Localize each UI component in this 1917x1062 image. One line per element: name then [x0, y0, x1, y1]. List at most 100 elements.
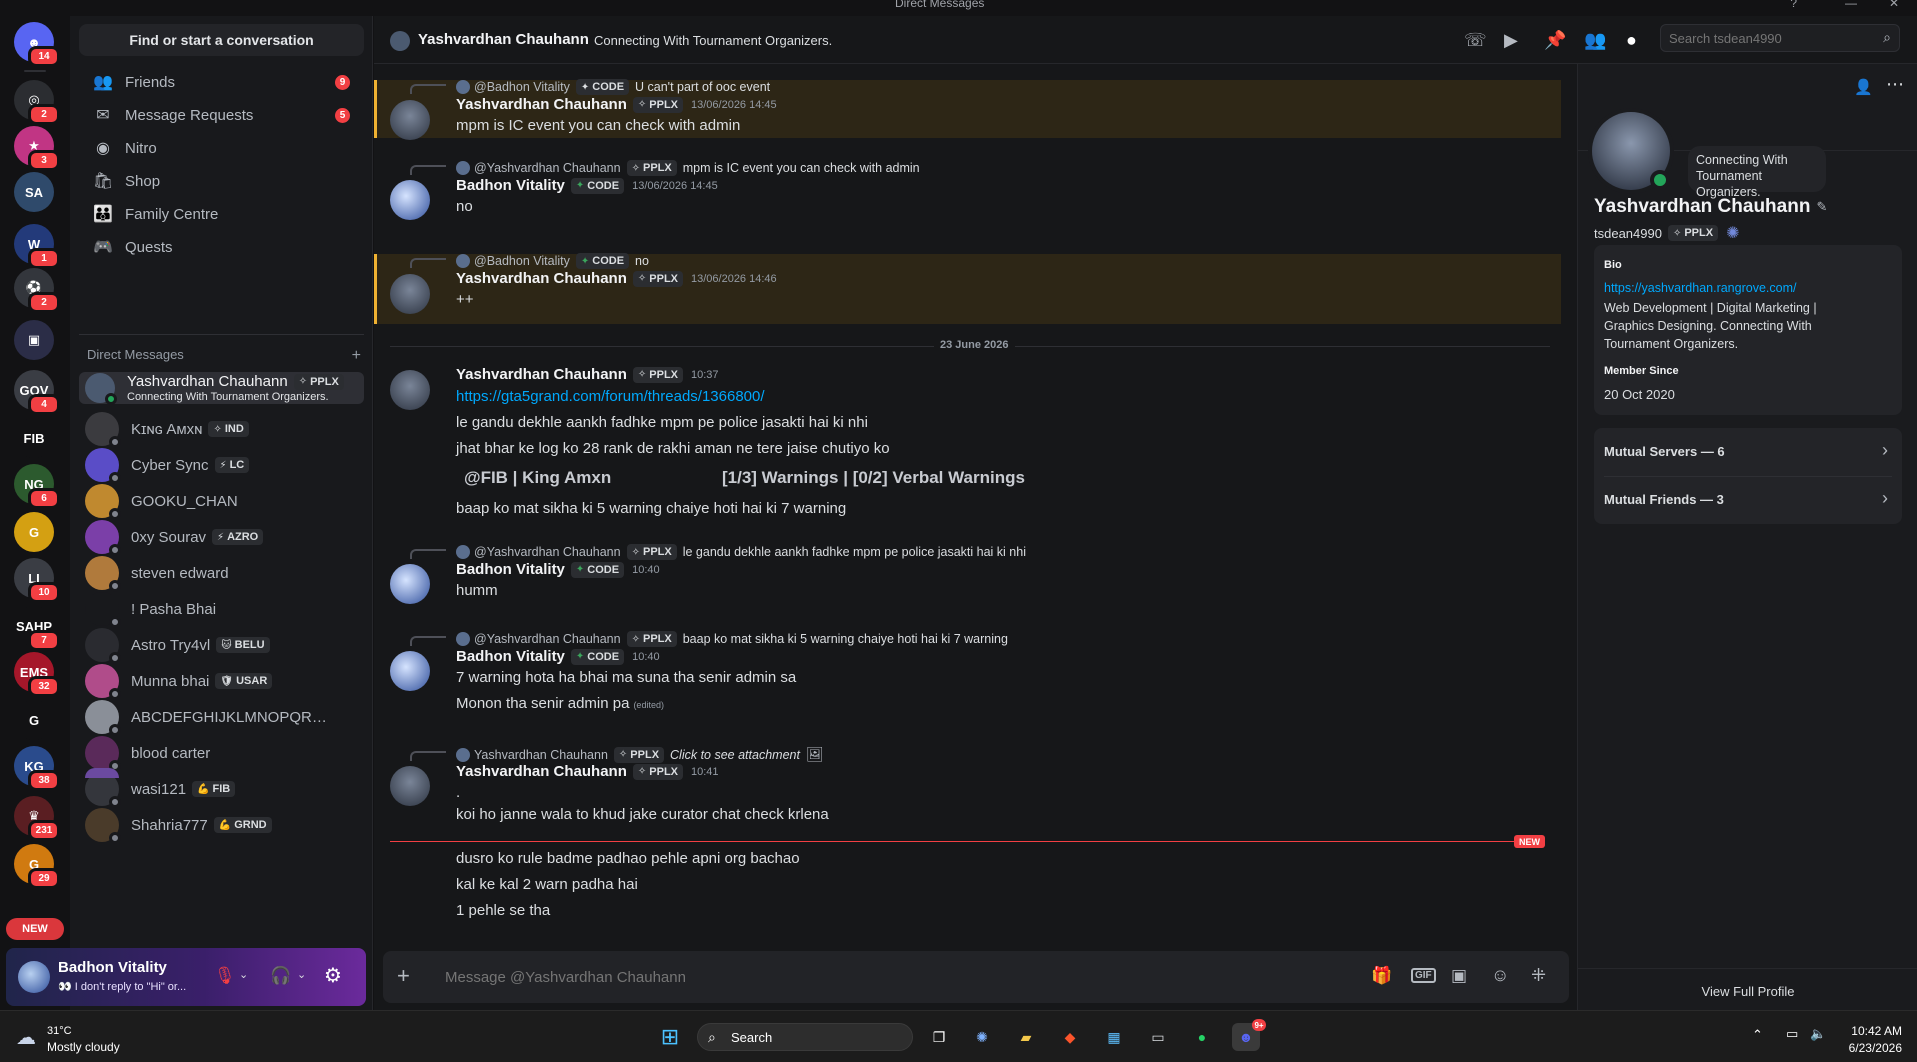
user-avatar[interactable] — [18, 961, 50, 993]
server-icon-server-231[interactable]: ♛ 231 — [14, 796, 60, 841]
nav-message-requests[interactable]: ✉ Message Requests 5 — [79, 97, 364, 133]
close-icon[interactable]: ✕ — [1889, 0, 1899, 10]
sticker-icon[interactable]: ▣ — [1451, 966, 1467, 986]
attach-plus-icon[interactable]: + — [397, 963, 410, 989]
brave-browser-icon[interactable]: ◆ — [1056, 1023, 1084, 1051]
start-windows-icon[interactable]: ⊞ — [656, 1023, 684, 1051]
view-full-profile-button[interactable]: View Full Profile — [1578, 984, 1917, 999]
apps-icon[interactable]: ⁜ — [1531, 965, 1546, 986]
volume-icon[interactable]: 🔈 — [1810, 1026, 1826, 1042]
gif-icon[interactable]: GIF — [1411, 968, 1436, 983]
server-icon-server-g[interactable]: G — [14, 512, 54, 552]
message-avatar[interactable] — [390, 370, 430, 410]
server-icon-folder[interactable]: ▣ — [14, 320, 54, 360]
help-icon[interactable]: ? — [1790, 0, 1797, 10]
header-username[interactable]: Yashvardhan Chauhann — [418, 31, 589, 48]
voice-call-icon[interactable]: ☏ — [1464, 30, 1487, 51]
server-icon-server-ems[interactable]: EMS 32 — [14, 652, 60, 697]
message-author[interactable]: Yashvardhan Chauhann — [456, 96, 627, 113]
headphones-deafened-icon[interactable]: 🎧 — [270, 966, 291, 986]
server-icon-server-soccer[interactable]: ⚽ 2 — [14, 268, 60, 313]
profile-avatar[interactable] — [1588, 108, 1674, 194]
server-icon-server-fib[interactable]: FIB — [14, 418, 54, 458]
reply-preview[interactable]: @Yashvardhan Chauhann ✧ PPLX le gandu dekhl… — [456, 544, 1026, 560]
message-author[interactable]: Yashvardhan Chauhann — [456, 366, 627, 383]
minimize-icon[interactable]: — — [1845, 0, 1857, 10]
message-composer[interactable]: + 🎁 GIF ▣ ☺ ⁜ — [383, 951, 1569, 1003]
pinned-messages-icon[interactable]: 📌 — [1544, 30, 1566, 51]
server-icon-server-29[interactable]: G 29 — [14, 844, 60, 889]
nav-family-centre[interactable]: 👪 Family Centre — [79, 196, 364, 232]
bio-link[interactable]: https://yashvardhan.rangrove.com/ — [1604, 281, 1796, 295]
nav-friends[interactable]: 👥 Friends 9 — [79, 64, 364, 100]
clock-date[interactable]: 6/23/2026 — [1838, 1041, 1902, 1055]
dm-item[interactable]: Shahria777 💪 GRND — [79, 804, 364, 846]
server-icon-server-g2[interactable]: G — [14, 700, 54, 740]
new-unreads-pill[interactable]: NEW — [6, 918, 64, 940]
nav-quests[interactable]: 🎮 Quests — [79, 229, 364, 265]
server-icon-server-national-guard[interactable]: NG 6 — [14, 464, 60, 509]
user-settings-gear-icon[interactable]: ⚙ — [324, 963, 342, 988]
more-options-icon[interactable]: ⋯ — [1886, 74, 1904, 95]
reply-preview[interactable]: @Badhon Vitality ✦ CODE no — [456, 253, 649, 269]
nitro-badge-icon[interactable]: ✺ — [1726, 223, 1739, 243]
chevron-up-icon[interactable]: ⌃ — [1752, 1027, 1763, 1043]
video-call-icon[interactable]: ▶ — [1504, 30, 1518, 51]
message-author[interactable]: Yashvardhan Chauhann — [456, 763, 627, 780]
message-author[interactable]: Yashvardhan Chauhann — [456, 270, 627, 287]
clock-time[interactable]: 10:42 AM — [1838, 1024, 1902, 1038]
gift-icon[interactable]: 🎁 — [1371, 966, 1392, 986]
message-avatar[interactable] — [390, 100, 430, 140]
server-icon-home[interactable]: ☻ 14 — [14, 22, 60, 67]
add-friend-icon[interactable]: 👤 — [1854, 78, 1873, 96]
file-explorer-icon[interactable]: ▰ — [1012, 1023, 1040, 1051]
copilot-icon[interactable]: ✺ — [968, 1023, 996, 1051]
embedded-image[interactable]: @FIB | King Amxn [1/3] Warnings | [0/2] … — [456, 464, 1025, 494]
create-dm-icon[interactable]: + — [352, 347, 361, 365]
task-view-icon[interactable]: ❐ — [925, 1023, 953, 1051]
mic-muted-icon[interactable]: 🎙 — [214, 966, 236, 986]
reply-text[interactable]: Click to see attachment — [670, 748, 800, 762]
message-avatar[interactable] — [390, 651, 430, 691]
find-conversation-button[interactable]: Find or start a conversation — [79, 24, 364, 56]
message-avatar[interactable] — [390, 274, 430, 314]
taskbar-search[interactable]: ⌕ Search — [697, 1023, 913, 1051]
store-icon[interactable]: ▦ — [1100, 1023, 1128, 1051]
message-author[interactable]: Badhon Vitality — [456, 177, 565, 194]
weather-icon[interactable]: ☁ — [16, 1025, 36, 1050]
search-box[interactable]: ⌕ — [1660, 24, 1900, 52]
nav-nitro[interactable]: ◉ Nitro — [79, 130, 364, 166]
headphones-chevron-icon[interactable]: ⌄ — [297, 968, 306, 981]
server-icon-server-gov[interactable]: GOV 4 — [14, 370, 60, 415]
mutual-friends-row[interactable]: Mutual Friends — 3 › — [1594, 476, 1902, 524]
message-link[interactable]: https://gta5grand.com/forum/threads/1366… — [456, 388, 765, 405]
whatsapp-icon[interactable]: ● — [1188, 1023, 1216, 1051]
network-icon[interactable]: ▭ — [1786, 1026, 1798, 1042]
server-icon-server-2[interactable]: ★ 3 — [14, 126, 60, 171]
reply-preview[interactable]: @Yashvardhan Chauhann ✧ PPLX mpm is IC even… — [456, 160, 920, 176]
reply-preview[interactable]: @Badhon Vitality ✦ CODE U can't part of ooc… — [456, 79, 770, 95]
server-icon-server-lifeinvader[interactable]: LI 10 — [14, 558, 60, 603]
nav-shop[interactable]: 🛍 Shop — [79, 163, 364, 199]
message-input[interactable] — [445, 967, 1145, 987]
note-icon[interactable]: ✎ — [1816, 199, 1827, 215]
server-icon-server-kg[interactable]: KG 38 — [14, 746, 60, 791]
server-icon-server-1[interactable]: ◎ 2 — [14, 80, 60, 125]
dm-item[interactable]: Yashvardhan Chauhann ✧ PPLX Connecting With… — [79, 372, 364, 405]
header-avatar[interactable] — [390, 31, 410, 51]
reply-preview[interactable]: @Yashvardhan Chauhann ✧ PPLX baap ko mat si… — [456, 631, 1008, 647]
discord-taskbar-icon[interactable]: ☻ 9+ — [1232, 1019, 1266, 1051]
server-icon-server-w[interactable]: W1 — [14, 224, 60, 269]
user-profile-icon[interactable]: ● — [1626, 30, 1637, 51]
mutual-servers-row[interactable]: Mutual Servers — 6 › — [1594, 428, 1902, 476]
add-friends-to-dm-icon[interactable]: 👥 — [1584, 30, 1606, 51]
server-icon-server-san-andreas[interactable]: SA — [14, 172, 54, 212]
server-icon-server-sahp[interactable]: SAHP 7 — [14, 606, 60, 651]
message-author[interactable]: Badhon Vitality — [456, 561, 565, 578]
message-avatar[interactable] — [390, 564, 430, 604]
message-avatar[interactable] — [390, 766, 430, 806]
mic-chevron-icon[interactable]: ⌄ — [239, 968, 248, 981]
emoji-icon[interactable]: ☺ — [1491, 965, 1509, 986]
search-input[interactable] — [1669, 29, 1869, 47]
reply-preview[interactable]: Yashvardhan Chauhann ✧ PPLX Click to see at… — [456, 746, 824, 763]
